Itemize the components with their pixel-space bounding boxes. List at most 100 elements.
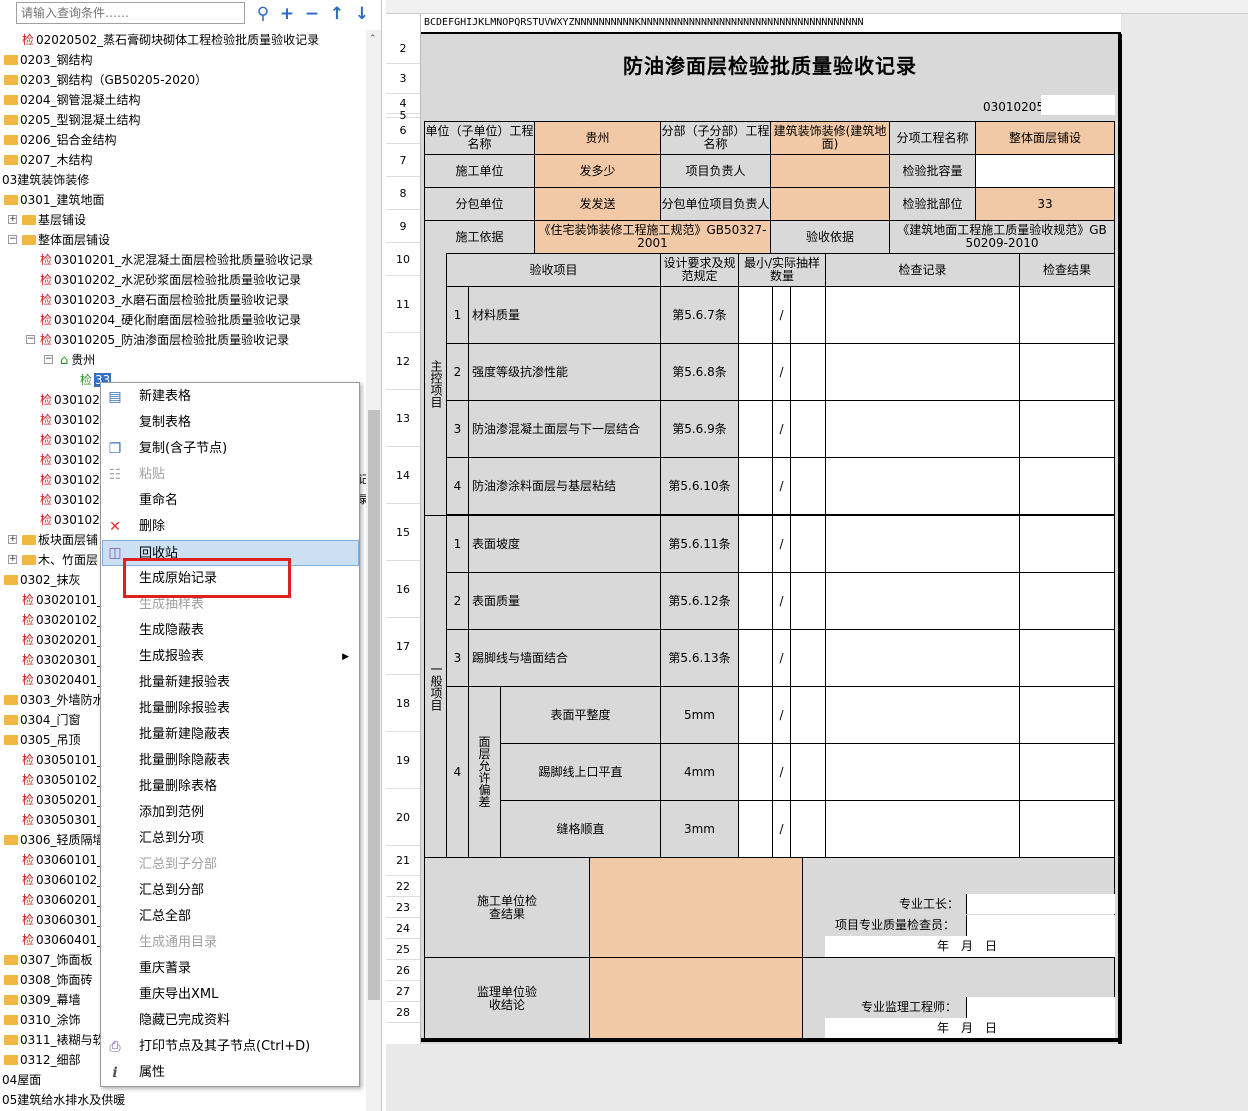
check-record[interactable]: [825, 457, 1020, 515]
tree-node[interactable]: 基层铺设: [22, 210, 86, 230]
collapse-icon[interactable]: −: [44, 355, 53, 364]
sample-actual[interactable]: [790, 800, 826, 858]
check-record[interactable]: [825, 286, 1020, 344]
menu-copy-table[interactable]: 复制表格: [102, 410, 359, 436]
tree-node[interactable]: 0312_细部: [4, 1050, 81, 1070]
check-result[interactable]: [1019, 743, 1115, 801]
sample-min[interactable]: [738, 457, 773, 515]
pm-value[interactable]: [770, 154, 890, 188]
location-value[interactable]: 33: [975, 187, 1115, 221]
row-number[interactable]: 24: [386, 918, 420, 939]
menu-add-to-example[interactable]: 添加到范例: [102, 800, 359, 826]
plus-icon[interactable]: +: [277, 4, 297, 24]
tree-node[interactable]: 05建筑给水排水及供暖: [2, 1090, 125, 1110]
menu-batch-new-concealed[interactable]: 批量新建隐蔽表: [102, 722, 359, 748]
menu-sum-to-subdivision[interactable]: 汇总到子分部: [102, 852, 359, 878]
foreman-input[interactable]: [966, 894, 1115, 914]
search-icon[interactable]: ⚲: [253, 4, 273, 24]
sample-min[interactable]: [738, 572, 773, 630]
check-result[interactable]: [1019, 572, 1115, 630]
tree-node[interactable]: 检 03060102_: [22, 870, 103, 890]
tree-node[interactable]: 板块面层铺: [22, 530, 98, 550]
tree-node[interactable]: 检 03060301_: [22, 910, 103, 930]
sample-actual[interactable]: [790, 286, 826, 344]
row-number[interactable]: 19: [386, 732, 420, 789]
check-result[interactable]: [1019, 457, 1115, 515]
row-number[interactable]: 22: [386, 876, 420, 897]
tree-node[interactable]: 木、竹面层: [22, 550, 98, 570]
check-record[interactable]: [825, 743, 1020, 801]
unit-value[interactable]: 贵州: [534, 121, 661, 155]
row-number[interactable]: 3: [386, 64, 420, 94]
sample-actual[interactable]: [790, 515, 826, 573]
sample-slash[interactable]: /: [772, 572, 791, 630]
menu-sum-to-item[interactable]: 汇总到分项: [102, 826, 359, 852]
check-result[interactable]: [1019, 515, 1115, 573]
row-number[interactable]: 16: [386, 561, 420, 618]
tree-node[interactable]: 检 03020102_: [22, 610, 103, 630]
sample-actual[interactable]: [790, 572, 826, 630]
menu-paste[interactable]: ☷ 粘贴: [102, 462, 359, 488]
tree-node[interactable]: 0310_涂饰: [4, 1010, 81, 1030]
tree-node[interactable]: 检 03050201_: [22, 790, 103, 810]
sample-min[interactable]: [738, 286, 773, 344]
menu-hide-completed[interactable]: 隐藏已完成资料: [102, 1008, 359, 1034]
sample-actual[interactable]: [790, 343, 826, 401]
code-input[interactable]: [1041, 95, 1115, 115]
tree-node[interactable]: 检 03060201_: [22, 890, 103, 910]
menu-batch-delete-report[interactable]: 批量删除报验表: [102, 696, 359, 722]
tree-node[interactable]: 0306_轻质隔墙: [4, 830, 105, 850]
tree-node[interactable]: 整体面层铺设: [22, 230, 110, 250]
tree-node[interactable]: 检 03060101_: [22, 850, 103, 870]
row-number[interactable]: 18: [386, 675, 420, 732]
tree-node[interactable]: 0206_铝合金结构: [4, 130, 117, 150]
sample-slash[interactable]: /: [772, 400, 791, 458]
row-number[interactable]: 7: [386, 144, 420, 177]
minus-icon[interactable]: −: [302, 4, 322, 24]
item-value[interactable]: 整体面层铺设: [975, 121, 1115, 155]
menu-new-table[interactable]: ▤ 新建表格: [102, 384, 359, 410]
tree-node[interactable]: 检 03050101_: [22, 750, 103, 770]
check-result[interactable]: [1019, 629, 1115, 687]
row-number[interactable]: 25: [386, 939, 420, 960]
tree-node[interactable]: 检 0301021: [40, 470, 107, 490]
sample-slash[interactable]: /: [772, 286, 791, 344]
scroll-up-icon[interactable]: ⌃: [369, 34, 377, 44]
menu-batch-new-report[interactable]: 批量新建报验表: [102, 670, 359, 696]
capacity-value[interactable]: [975, 154, 1115, 188]
search-input[interactable]: [16, 2, 245, 24]
tree-node[interactable]: 检 03010205_防油渗面层检验批质量验收记录: [40, 330, 289, 350]
acceptance-basis-value[interactable]: 《建筑地面工程施工质量验收规范》GB 50209-2010: [889, 220, 1115, 254]
row-number[interactable]: 6: [386, 118, 420, 144]
tree-node[interactable]: 0301_建筑地面: [4, 190, 105, 210]
sample-actual[interactable]: [790, 400, 826, 458]
sample-min[interactable]: [738, 515, 773, 573]
tree-node[interactable]: ⌂ 贵州: [60, 350, 95, 370]
supervisor-input[interactable]: [966, 997, 1115, 1018]
check-record[interactable]: [825, 343, 1020, 401]
tree-node[interactable]: 0302_抹灰: [4, 570, 81, 590]
collapse-icon[interactable]: −: [8, 235, 17, 244]
check-result[interactable]: [1019, 800, 1115, 858]
arrow-up-icon[interactable]: ↑: [327, 4, 347, 24]
sample-slash[interactable]: /: [772, 457, 791, 515]
menu-rename[interactable]: 重命名: [102, 488, 359, 514]
tree-node[interactable]: 0304_门窗: [4, 710, 81, 730]
sample-min[interactable]: [738, 400, 773, 458]
tree-node[interactable]: 检 0301020: [40, 430, 107, 450]
row-number[interactable]: 11: [386, 276, 420, 333]
tree-node[interactable]: 0204_钢管混凝土结构: [4, 90, 141, 110]
tree-node[interactable]: 0205_型钢混凝土结构: [4, 110, 141, 130]
expand-icon[interactable]: +: [8, 215, 17, 224]
check-record[interactable]: [825, 800, 1020, 858]
tree-node[interactable]: 0307_饰面板: [4, 950, 93, 970]
supervisor-result-value[interactable]: [589, 957, 803, 1040]
row-number[interactable]: 9: [386, 210, 420, 243]
subdivision-value[interactable]: 建筑装饰装修(建筑地面): [770, 121, 890, 155]
subcontractor-value[interactable]: 发发送: [534, 187, 661, 221]
sample-slash[interactable]: /: [772, 515, 791, 573]
row-number[interactable]: 26: [386, 960, 420, 981]
row-number[interactable]: 15: [386, 504, 420, 561]
expand-icon[interactable]: +: [8, 535, 17, 544]
check-result[interactable]: [1019, 400, 1115, 458]
